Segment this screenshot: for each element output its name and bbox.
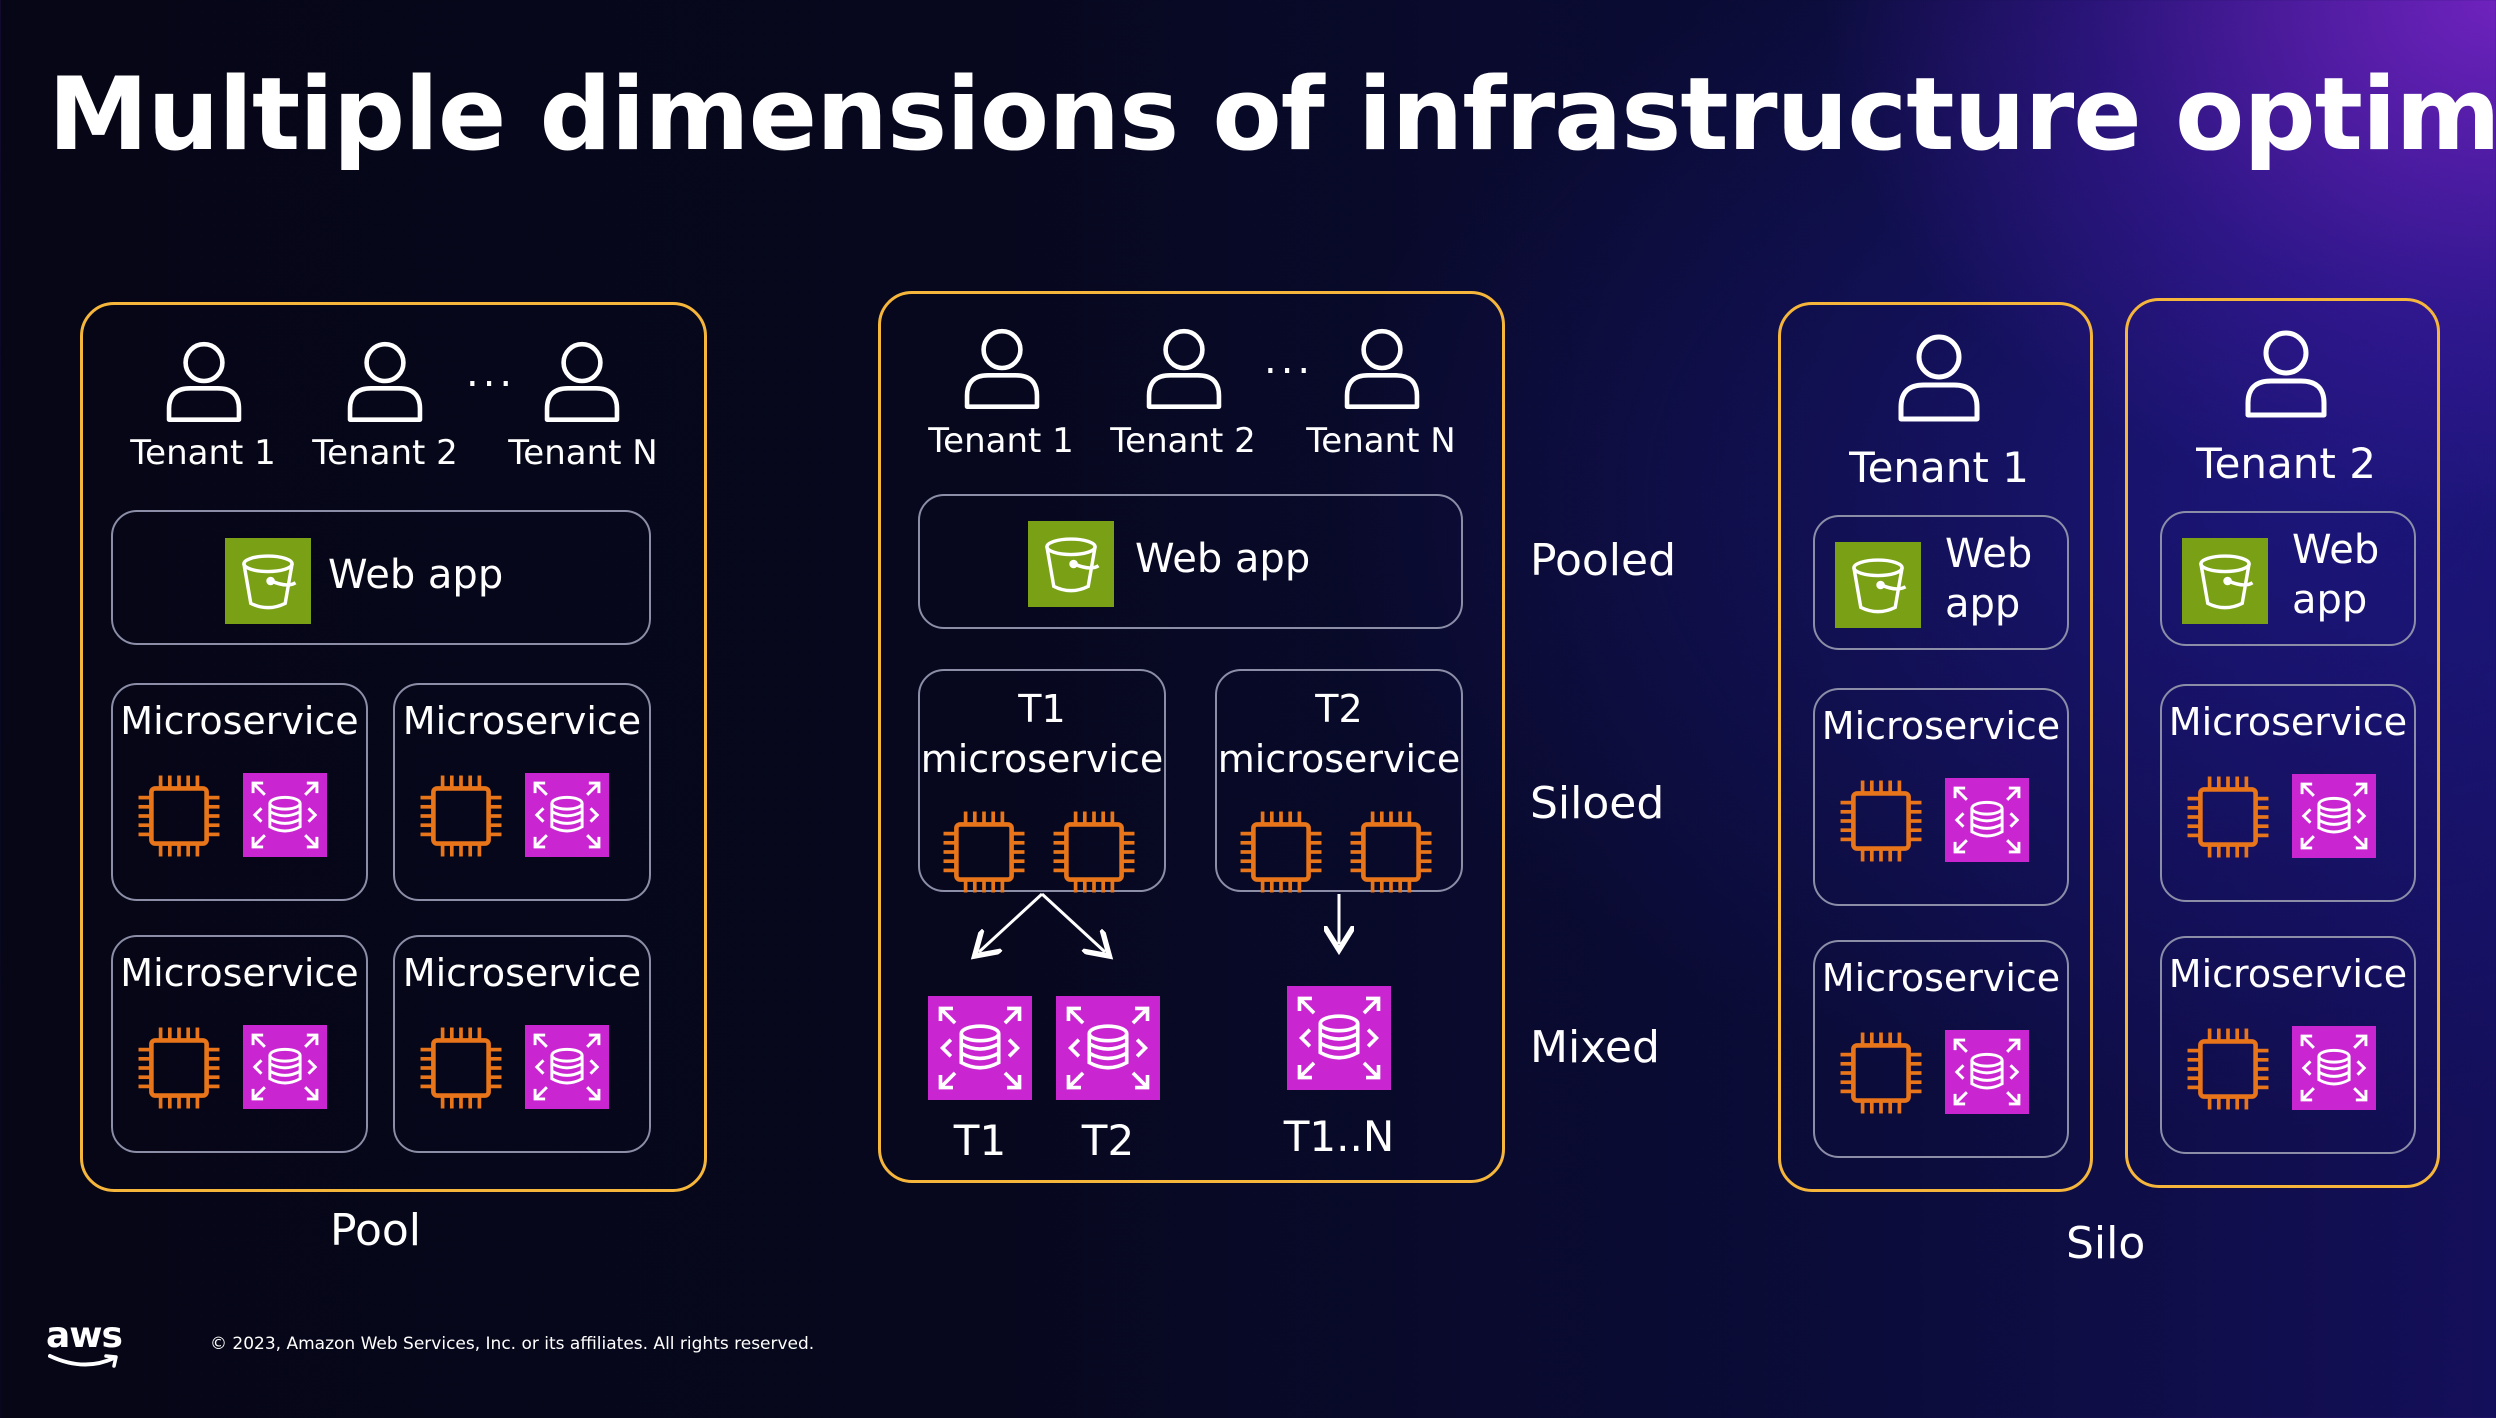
t1-microservice-line2: microservice: [920, 737, 1164, 781]
tenant-2-label: Tenant 2: [312, 433, 458, 473]
web-app-label-line2: app: [1945, 581, 2021, 627]
s3-bucket-icon: [225, 538, 311, 624]
t2-database-icon: [1056, 996, 1160, 1100]
tier-label-siloed: Siloed: [1530, 778, 1665, 829]
tier-label-pooled: Pooled: [1530, 535, 1677, 586]
web-app-box: Web app: [918, 494, 1463, 629]
t1-db-label: T1: [953, 1116, 1007, 1165]
tenant-ellipsis: ...: [466, 350, 517, 396]
tier-label-mixed: Mixed: [1530, 1022, 1660, 1073]
compute-chip-icon: [133, 1022, 225, 1114]
web-app-label-line1: Web: [1945, 531, 2033, 577]
silo-tenant-1-container: Tenant 1 Web app Microservice Microservi…: [1778, 302, 2093, 1192]
database-icon: [1945, 1030, 2029, 1114]
microservice-label: Microservice: [2168, 700, 2408, 744]
tenant-2-label: Tenant 2: [1110, 421, 1256, 461]
slide-title: Multiple dimensions of infrastructure op…: [48, 55, 2496, 173]
microservice-label: Microservice: [1821, 704, 2061, 748]
microservice-box: Microservice: [111, 935, 368, 1153]
aws-smile-icon: [48, 1354, 118, 1368]
connector-arrows: [881, 892, 1508, 984]
tenant-2-user-icon: [2236, 323, 2336, 423]
web-app-box: Web app: [1813, 515, 2069, 650]
tenant-1-user-icon: [956, 322, 1048, 414]
web-app-label: Web app: [1135, 536, 1311, 582]
t2-microservice-line2: microservice: [1217, 737, 1461, 781]
compute-chip-icon: [133, 770, 225, 862]
tenant-n-user-icon: [536, 335, 628, 427]
tenant-1-user-icon: [1889, 327, 1989, 427]
microservice-label: Microservice: [402, 951, 642, 995]
pool-caption: Pool: [330, 1205, 422, 1256]
web-app-label: Web app: [328, 552, 504, 598]
tenant-1-label: Tenant 1: [130, 433, 276, 473]
tenant-1-label: Tenant 1: [1849, 443, 2029, 492]
compute-chip-icon: [2182, 1023, 2274, 1115]
s3-bucket-icon: [1028, 521, 1114, 607]
database-icon: [525, 773, 609, 857]
microservice-box: Microservice: [2160, 936, 2416, 1154]
database-icon: [243, 1025, 327, 1109]
tenant-1-user-icon: [158, 335, 250, 427]
tenant-2-user-icon: [1138, 322, 1230, 414]
arrow-t1-to-t1-db: [979, 892, 1044, 952]
web-app-label-line2: app: [2292, 577, 2368, 623]
mixed-container: ... Tenant 1 Tenant 2 Tenant N Web app T…: [878, 291, 1505, 1183]
silo-caption: Silo: [2066, 1218, 2146, 1269]
pool-container: ... Tenant 1 Tenant 2 Tenant N Web app M…: [80, 302, 707, 1192]
database-icon: [2292, 774, 2376, 858]
tenant-2-label: Tenant 2: [2196, 439, 2376, 488]
t2-db-label: T2: [1081, 1116, 1135, 1165]
microservice-box: Microservice: [1813, 688, 2069, 906]
tenant-ellipsis: ...: [1264, 337, 1315, 383]
aws-logo: aws: [46, 1318, 126, 1374]
microservice-box: Microservice: [111, 683, 368, 901]
compute-chip-icon: [2182, 771, 2274, 863]
t2-microservice-line1: T2: [1315, 687, 1363, 731]
s3-bucket-icon: [2182, 538, 2268, 624]
t1-microservice-box: T1 microservice: [918, 669, 1166, 892]
microservice-label: Microservice: [402, 699, 642, 743]
web-app-box: Web app: [2160, 511, 2416, 646]
tenant-n-label: Tenant N: [508, 433, 658, 473]
web-app-box: Web app: [111, 510, 651, 645]
microservice-label: Microservice: [120, 699, 359, 743]
database-icon: [2292, 1026, 2376, 1110]
shared-database-icon: [1287, 986, 1391, 1090]
compute-chip-icon: [415, 1022, 507, 1114]
compute-chip-icon: [415, 770, 507, 862]
database-icon: [243, 773, 327, 857]
t2-microservice-box: T2 microservice: [1215, 669, 1463, 892]
microservice-box: Microservice: [393, 935, 651, 1153]
silo-tenant-2-container: Tenant 2 Web app Microservice Microservi…: [2125, 298, 2440, 1188]
copyright-notice: © 2023, Amazon Web Services, Inc. or its…: [210, 1334, 815, 1354]
compute-chip-icon: [1835, 775, 1927, 867]
microservice-box: Microservice: [2160, 684, 2416, 902]
tenant-1-label: Tenant 1: [928, 421, 1074, 461]
microservice-box: Microservice: [393, 683, 651, 901]
s3-bucket-icon: [1835, 542, 1921, 628]
microservice-box: Microservice: [1813, 940, 2069, 1158]
database-icon: [525, 1025, 609, 1109]
microservice-label: Microservice: [2168, 952, 2408, 996]
aws-logo-text: aws: [46, 1315, 123, 1356]
database-icon: [1945, 778, 2029, 862]
compute-chip-icon: [1835, 1027, 1927, 1119]
web-app-label-line1: Web: [2292, 527, 2380, 573]
microservice-label: Microservice: [1821, 956, 2061, 1000]
tenant-2-user-icon: [339, 335, 431, 427]
tenant-n-user-icon: [1336, 322, 1428, 414]
microservice-label: Microservice: [120, 951, 359, 995]
arrow-t1-to-t2-db: [1040, 892, 1105, 952]
tenant-n-label: Tenant N: [1306, 421, 1456, 461]
t1-database-icon: [928, 996, 1032, 1100]
shared-db-label: T1..N: [1283, 1112, 1395, 1161]
t1-microservice-line1: T1: [1018, 687, 1066, 731]
